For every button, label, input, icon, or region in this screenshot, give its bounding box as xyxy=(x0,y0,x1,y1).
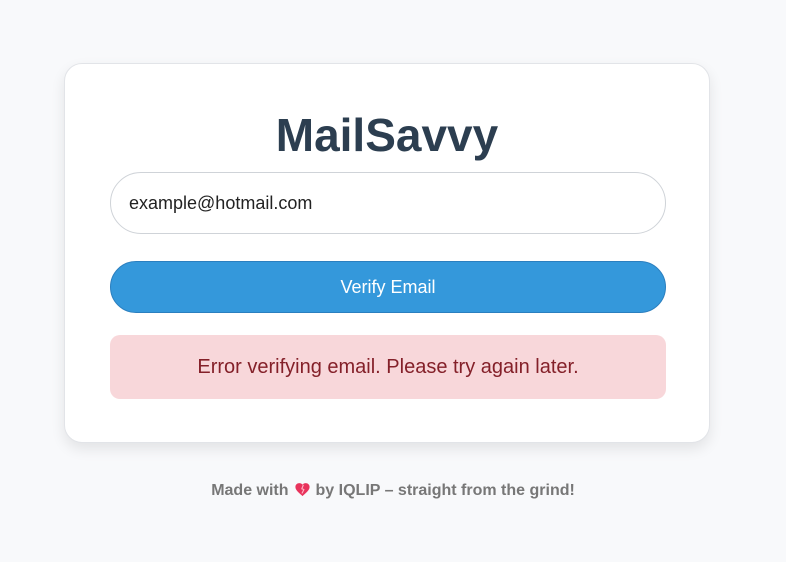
footer: Made with by IQLIP – straight from the gr… xyxy=(0,480,786,505)
footer-suffix: by IQLIP – straight from the grind! xyxy=(315,482,575,499)
app-title: MailSavvy xyxy=(275,109,499,161)
email-input[interactable] xyxy=(110,172,666,234)
error-alert: Error verifying email. Please try again … xyxy=(110,335,666,399)
verification-card: MailSavvy Verify Email Error verifying e… xyxy=(64,63,710,443)
footer-prefix: Made with xyxy=(211,482,289,499)
verify-email-button[interactable]: Verify Email xyxy=(110,261,666,313)
page: MailSavvy Verify Email Error verifying e… xyxy=(0,0,786,562)
heart-icon xyxy=(294,481,311,505)
